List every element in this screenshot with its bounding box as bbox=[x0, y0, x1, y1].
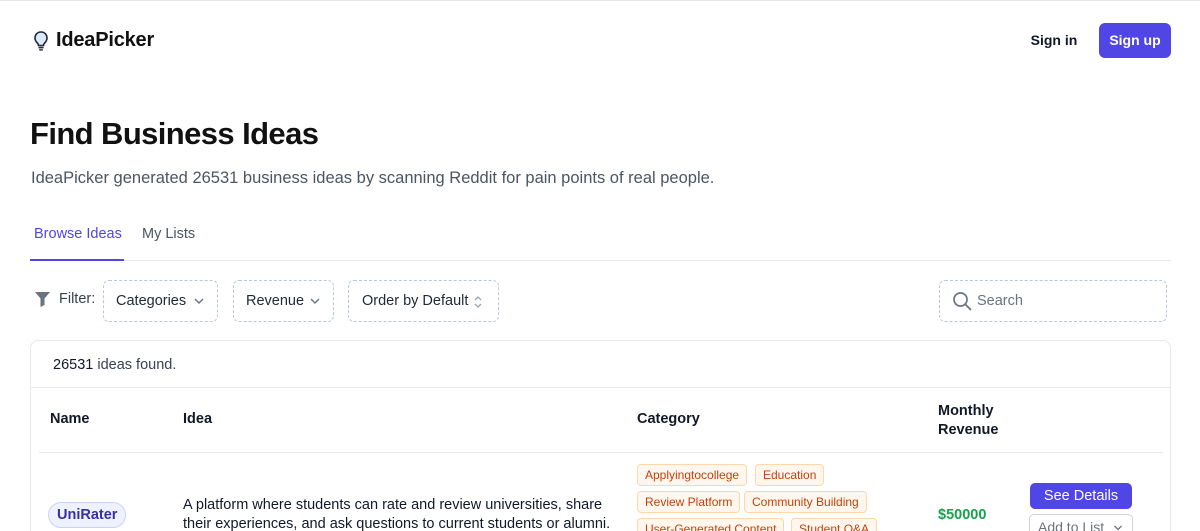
order-dropdown[interactable]: Order by Default bbox=[348, 280, 499, 322]
column-header-name: Name bbox=[50, 411, 90, 427]
categories-dropdown-label: Categories bbox=[116, 293, 187, 309]
idea-description: A platform where students can rate and r… bbox=[183, 497, 611, 531]
add-to-list-label: Add to List bbox=[1038, 519, 1105, 531]
filter-label-text: Filter: bbox=[59, 291, 96, 307]
brand-name: IdeaPicker bbox=[56, 29, 155, 51]
results-count-suffix: ideas found. bbox=[93, 357, 177, 373]
table-row: UniRater A platform where students can r… bbox=[31, 453, 1170, 531]
filter-label: Filter: bbox=[34, 290, 95, 308]
column-header-idea: Idea bbox=[183, 411, 213, 427]
idea-name-badge[interactable]: UniRater bbox=[48, 502, 127, 528]
page-title: Find Business Ideas bbox=[30, 116, 319, 151]
monthly-revenue-value: $50000 bbox=[938, 507, 987, 523]
categories-dropdown[interactable]: Categories bbox=[103, 280, 218, 322]
category-tag[interactable]: User-Generated Content bbox=[637, 518, 785, 531]
lightbulb-icon bbox=[34, 30, 48, 51]
page-subtitle: IdeaPicker generated 26531 business idea… bbox=[31, 169, 715, 187]
tab-browse-ideas[interactable]: Browse Ideas bbox=[30, 216, 124, 261]
results-count: 26531 ideas found. bbox=[53, 357, 176, 373]
add-to-list-button[interactable]: Add to List bbox=[1029, 514, 1133, 531]
revenue-dropdown[interactable]: Revenue bbox=[233, 280, 334, 322]
category-tag[interactable]: Applyingtocollege bbox=[637, 464, 748, 486]
logo[interactable]: IdeaPicker bbox=[32, 29, 154, 52]
category-tag[interactable]: Education bbox=[755, 464, 825, 486]
sort-updown-icon bbox=[474, 296, 482, 308]
divider bbox=[31, 387, 1170, 388]
category-tag[interactable]: Review Platform bbox=[637, 491, 741, 513]
see-details-button[interactable]: See Details bbox=[1030, 483, 1132, 509]
column-header-monthly-revenue: Monthly Revenue bbox=[938, 403, 999, 438]
revenue-dropdown-label: Revenue bbox=[246, 293, 305, 309]
search-icon bbox=[953, 292, 972, 311]
chevron-down-icon bbox=[310, 298, 320, 304]
sign-up-button[interactable]: Sign up bbox=[1099, 23, 1171, 58]
search-box bbox=[939, 280, 1167, 322]
chevron-down-icon bbox=[194, 298, 204, 304]
ideas-table-card: 26531 ideas found. Name Idea Category Mo… bbox=[30, 340, 1171, 531]
sign-in-button[interactable]: Sign in bbox=[1021, 24, 1087, 57]
chevron-down-icon bbox=[1114, 525, 1122, 531]
tab-bar: Browse Ideas My Lists bbox=[30, 216, 1171, 261]
funnel-icon bbox=[35, 292, 50, 307]
column-header-category: Category bbox=[637, 411, 700, 427]
order-dropdown-label: Order by Default bbox=[362, 293, 469, 309]
category-tag[interactable]: Student Q&A bbox=[791, 518, 878, 531]
site-header: IdeaPicker Sign in Sign up bbox=[0, 0, 1200, 80]
results-count-number: 26531 bbox=[53, 357, 94, 373]
category-tag[interactable]: Community Building bbox=[744, 491, 867, 513]
search-input[interactable] bbox=[977, 287, 1157, 315]
tab-my-lists[interactable]: My Lists bbox=[142, 216, 195, 261]
